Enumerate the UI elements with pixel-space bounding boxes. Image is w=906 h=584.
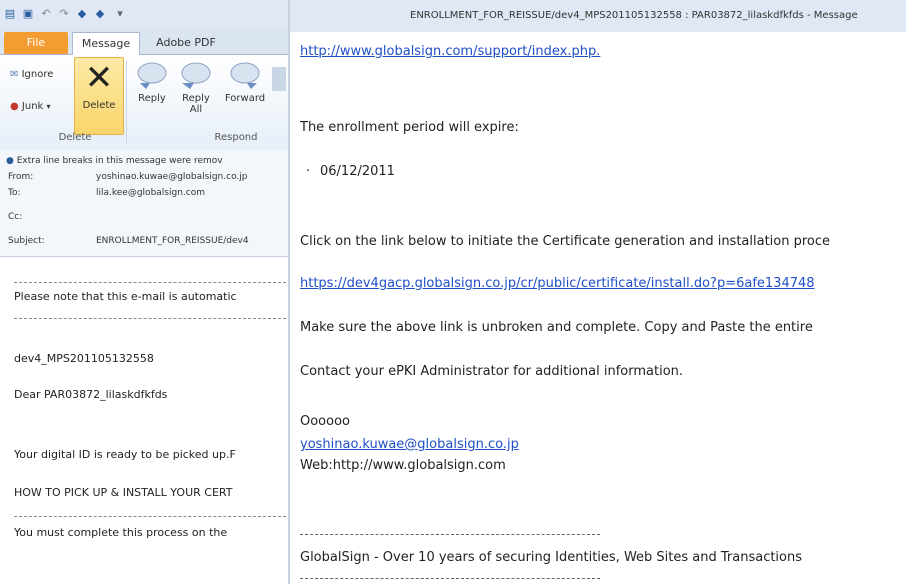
reply-all-button[interactable]: Reply All (174, 59, 218, 115)
window-title: ENROLLMENT_FOR_REISSUE/dev4_MPS201105132… (410, 10, 858, 21)
to-value[interactable]: lila.kee@globalsign.com (96, 188, 205, 198)
dashed-divider (300, 534, 600, 535)
from-value[interactable]: yoshinao.kuwae@globalsign.co.jp (96, 172, 248, 182)
message-pane-left: ▤ ▣ ↶ ↷ ◆ ◆ ▾ File Message Adobe PDF ✉ I… (0, 0, 288, 584)
tab-file[interactable]: File (4, 32, 68, 54)
junk-button[interactable]: ● Junk ▾ (10, 101, 51, 112)
signature-web: Web:http://www.globalsign.com (300, 458, 506, 473)
to-label: To: (8, 188, 21, 198)
signature-email[interactable]: yoshinao.kuwae@globalsign.co.jp (300, 437, 519, 452)
bullet-icon: · (306, 164, 311, 179)
customize-toolbar-icon[interactable]: ▾ (114, 8, 126, 20)
signature-name: Oooooo (300, 414, 351, 429)
cc-label: Cc: (8, 212, 23, 222)
from-label: From: (8, 172, 34, 182)
forward-icon (227, 59, 263, 91)
delete-x-icon: ✕ (84, 58, 114, 98)
preview-line: HOW TO PICK UP & INSTALL YOUR CERT (14, 486, 233, 499)
dashed-divider (14, 516, 286, 517)
preview-line: Dear PAR03872_lilaskdfkfds (14, 388, 168, 401)
ignore-icon: ✉ (10, 69, 19, 80)
preview-line: dev4_MPS201105132558 (14, 352, 154, 365)
dashed-divider (300, 578, 600, 579)
reply-icon (134, 59, 170, 91)
undo-icon[interactable]: ↶ (40, 8, 52, 20)
contact-text: Contact your ePKI Administrator for addi… (300, 364, 684, 379)
ribbon-separator (126, 61, 127, 143)
window-titlebar: ENROLLMENT_FOR_REISSUE/dev4_MPS201105132… (290, 0, 906, 32)
delete-button[interactable]: ✕ Delete (74, 57, 124, 135)
up-arrow-icon[interactable]: ◆ (76, 8, 88, 20)
expire-date: 06/12/2011 (320, 164, 395, 179)
preview-line: Your digital ID is ready to be picked up… (14, 448, 236, 461)
reply-button[interactable]: Reply (130, 59, 174, 104)
save-icon[interactable]: ▣ (22, 8, 34, 20)
tab-message[interactable]: Message (72, 32, 140, 55)
subject-value: ENROLLMENT_FOR_REISSUE/dev4 (96, 236, 249, 246)
ribbon: ✉ Ignore ● Junk ▾ ✕ Delete Delete Reply … (0, 55, 288, 151)
group-label-respond: Respond (214, 132, 258, 143)
preview-line: Please note that this e-mail is automati… (14, 290, 237, 303)
message-header: ● Extra line breaks in this message were… (0, 150, 288, 257)
group-label-delete: Delete (58, 132, 92, 143)
message-body: ENROLLMENT_FOR_REISSUE/dev4_MPS201105132… (290, 0, 906, 584)
footer-text: GlobalSign - Over 10 years of securing I… (300, 550, 803, 565)
info-bar[interactable]: ● Extra line breaks in this message were… (6, 156, 223, 166)
support-link[interactable]: http://www.globalsign.com/support/index.… (300, 44, 600, 59)
preview-line: You must complete this process on the (14, 526, 228, 539)
tab-adobe-pdf[interactable]: Adobe PDF (150, 32, 222, 54)
quick-access-toolbar: ▤ ▣ ↶ ↷ ◆ ◆ ▾ (0, 0, 288, 30)
forward-button[interactable]: Forward (220, 59, 270, 104)
junk-icon: ● (10, 101, 19, 112)
install-link[interactable]: https://dev4gacp.globalsign.co.jp/cr/pub… (300, 276, 815, 291)
redo-icon[interactable]: ↷ (58, 8, 70, 20)
dashed-divider (14, 318, 286, 319)
dashed-divider (14, 282, 286, 283)
make-sure-text: Make sure the above link is unbroken and… (300, 320, 813, 335)
ignore-button[interactable]: ✉ Ignore (10, 69, 53, 80)
subject-label: Subject: (8, 236, 45, 246)
outlook-app-icon[interactable]: ▤ (4, 8, 16, 20)
expire-text: The enrollment period will expire: (300, 120, 519, 135)
info-icon: ● (6, 156, 14, 166)
down-arrow-icon[interactable]: ◆ (94, 8, 106, 20)
click-instruction: Click on the link below to initiate the … (300, 234, 831, 249)
chevron-down-icon: ▾ (46, 102, 51, 111)
more-respond-icon[interactable] (272, 67, 286, 91)
reply-all-icon (178, 59, 214, 91)
